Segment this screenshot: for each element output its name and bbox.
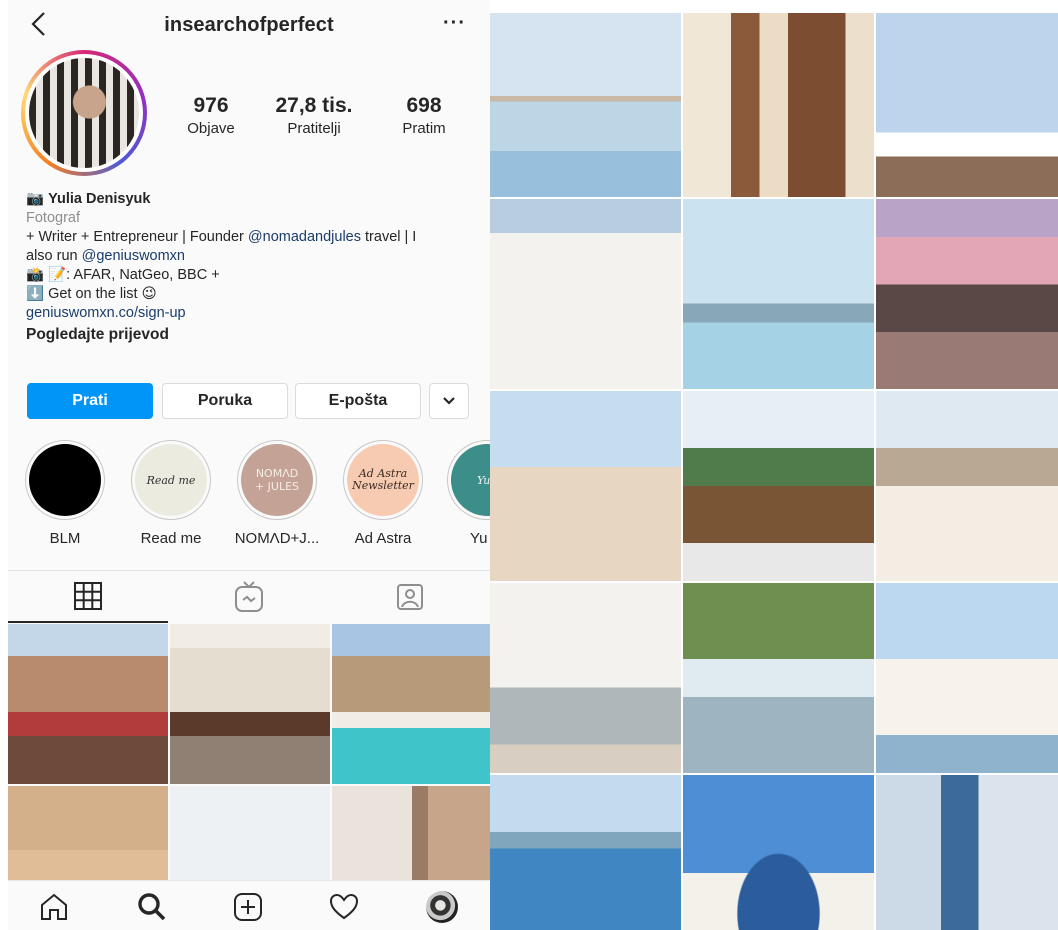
bio-category: Fotograf xyxy=(26,210,80,226)
profile-bio: 📷 Yulia Denisyuk Fotograf + Writer + Ent… xyxy=(26,190,486,344)
add-post-icon[interactable] xyxy=(232,891,264,923)
highlight-label: NOMΛD+J... xyxy=(234,530,320,547)
highlight-label: Yu xyxy=(470,530,488,547)
highlight-label: Read me xyxy=(140,530,202,547)
stat-following[interactable]: 698 Pratim xyxy=(374,94,474,137)
profile-username: insearchofperfect xyxy=(164,14,334,36)
grid-icon xyxy=(74,582,102,610)
grid-photo[interactable] xyxy=(490,583,681,773)
stat-posts-label: Objave xyxy=(187,120,235,137)
profile-avatar[interactable] xyxy=(21,50,147,176)
mention-geniuswomxn[interactable]: @geniuswomxn xyxy=(82,248,185,264)
grid-photo[interactable] xyxy=(876,391,1058,581)
highlight-cover: Ad Astra Newsletter xyxy=(347,444,419,516)
stat-followers-label: Pratitelji xyxy=(287,120,341,137)
tab-tagged[interactable] xyxy=(330,571,490,623)
email-button[interactable]: E-pošta xyxy=(295,383,421,419)
mention-nomadandjules[interactable]: @nomadandjules xyxy=(248,229,361,245)
grid-photo[interactable] xyxy=(876,583,1058,773)
home-icon[interactable] xyxy=(38,891,70,923)
highlight-label: BLM xyxy=(49,530,81,547)
highlight-blm[interactable]: BLM xyxy=(22,440,108,547)
grid-photo[interactable] xyxy=(490,13,681,197)
grid-photo[interactable] xyxy=(683,13,874,197)
igtv-icon xyxy=(235,581,263,612)
grid-photo[interactable] xyxy=(683,199,874,389)
bio-line-3: 📸 📝: AFAR, NatGeo, BBC + xyxy=(26,267,220,283)
see-translation-link[interactable]: Pogledajte prijevod xyxy=(26,325,486,344)
chevron-down-icon xyxy=(443,397,455,405)
camera-emoji-icon: 📷 xyxy=(26,191,45,207)
photo-grid xyxy=(490,13,1058,930)
highlight-read-me[interactable]: Read me Read me xyxy=(128,440,214,547)
tab-igtv[interactable] xyxy=(169,571,329,623)
bio-name-row: 📷 Yulia Denisyuk xyxy=(26,190,486,209)
post-thumbnail[interactable] xyxy=(170,624,330,784)
grid-photo[interactable] xyxy=(876,13,1058,197)
highlight-cover: Read me xyxy=(135,444,207,516)
stat-followers[interactable]: 27,8 tis. Pratitelji xyxy=(264,94,364,137)
bio-text: + Writer + Entrepreneur | Founder xyxy=(26,229,248,245)
top-bar: insearchofperfect ··· xyxy=(8,6,490,44)
stat-followers-value: 27,8 tis. xyxy=(275,94,353,117)
grid-photo[interactable] xyxy=(683,775,874,930)
bio-text: travel | I xyxy=(361,229,417,245)
bio-line-4: ⬇️ Get on the list 😉 xyxy=(26,286,157,302)
stat-following-label: Pratim xyxy=(402,120,446,137)
profile-tabs xyxy=(8,570,490,623)
bio-website-link[interactable]: geniuswomxn.co/sign-up xyxy=(26,304,486,323)
highlight-label: Ad Astra xyxy=(354,530,412,547)
more-horizontal-icon[interactable]: ··· xyxy=(443,12,466,35)
bio-name: Yulia Denisyuk xyxy=(48,191,151,207)
bio-line-2: also run @geniuswomxn xyxy=(26,247,486,266)
post-thumbnail[interactable] xyxy=(8,624,168,784)
stat-following-value: 698 xyxy=(406,94,442,117)
highlight-cover: Yu xyxy=(451,444,490,516)
highlight-ad-astra[interactable]: Ad Astra Newsletter Ad Astra xyxy=(340,440,426,547)
bio-text: also run xyxy=(26,248,82,264)
grid-photo[interactable] xyxy=(490,199,681,389)
activity-heart-icon[interactable] xyxy=(328,891,360,923)
grid-photo[interactable] xyxy=(876,199,1058,389)
highlight-cover xyxy=(29,444,101,516)
stat-posts[interactable]: 976 Objave xyxy=(161,94,261,137)
suggested-dropdown-button[interactable] xyxy=(429,383,469,419)
grid-photo[interactable] xyxy=(490,391,681,581)
profile-avatar-icon[interactable] xyxy=(426,891,458,923)
stat-posts-value: 976 xyxy=(193,94,229,117)
highlight-cover: NOMΛD + JULES xyxy=(241,444,313,516)
follow-button[interactable]: Prati xyxy=(27,383,153,419)
post-thumbnail[interactable] xyxy=(332,624,490,784)
tab-grid[interactable] xyxy=(8,571,168,623)
highlight-nomad-jules[interactable]: NOMΛD + JULES NOMΛD+J... xyxy=(234,440,320,547)
tagged-icon xyxy=(397,584,423,610)
grid-photo[interactable] xyxy=(683,391,874,581)
grid-photo[interactable] xyxy=(683,583,874,773)
grid-photo[interactable] xyxy=(876,775,1058,930)
search-icon[interactable] xyxy=(136,891,168,923)
message-button[interactable]: Poruka xyxy=(162,383,288,419)
bio-line-1: + Writer + Entrepreneur | Founder @nomad… xyxy=(26,228,486,247)
bottom-navigation xyxy=(8,880,490,930)
highlight-yu[interactable]: Yu Yu xyxy=(444,440,490,547)
grid-photo[interactable] xyxy=(490,775,681,930)
profile-screen: insearchofperfect ··· 976 Objave 27,8 ti… xyxy=(8,0,490,930)
